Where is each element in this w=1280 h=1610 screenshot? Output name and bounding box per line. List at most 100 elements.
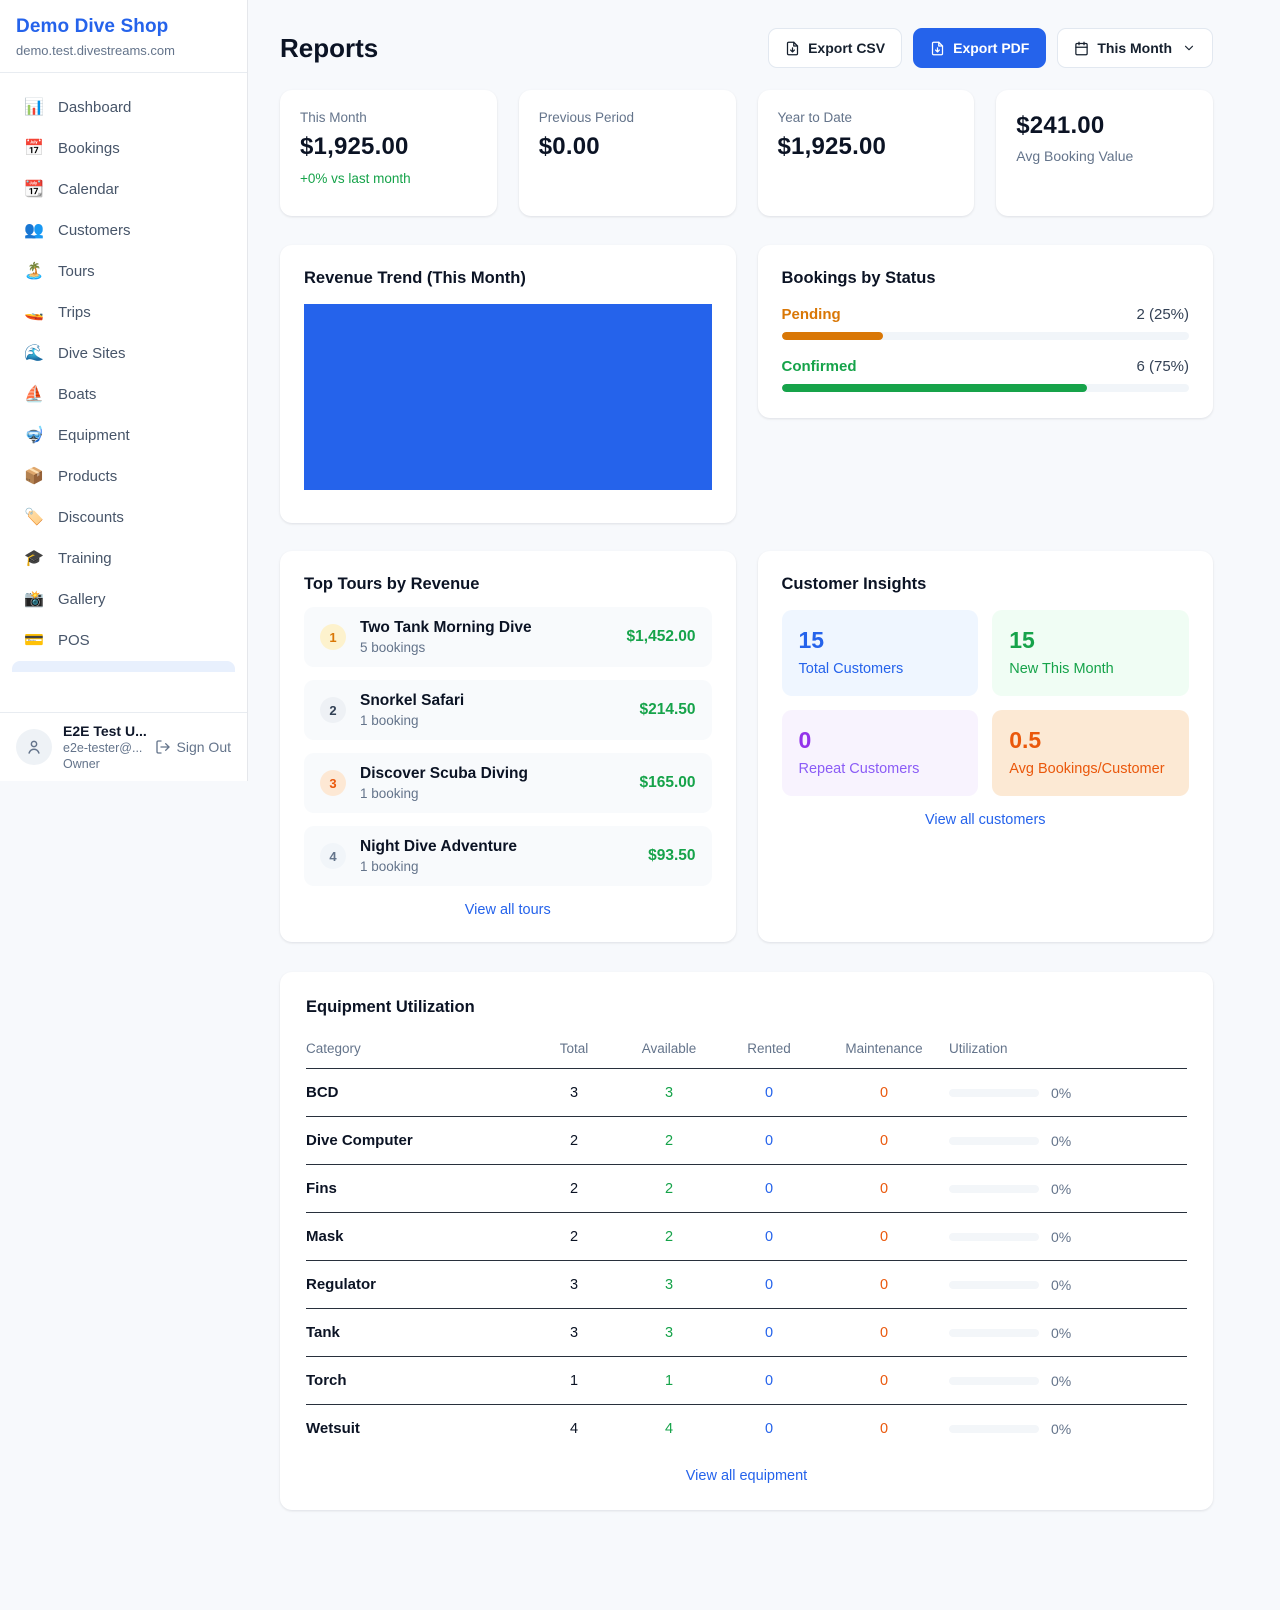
equipment-rows: BCD 3 3 0 0 0% Dive Computer 2 2 0 0 0% …: [306, 1069, 1187, 1452]
diving-mask-icon: 🤿: [24, 425, 44, 445]
wave-icon: 🌊: [24, 343, 44, 363]
sidebar-item-trips[interactable]: 🚤 Trips: [12, 292, 235, 332]
equipment-available: 2: [619, 1229, 719, 1245]
graduation-cap-icon: 🎓: [24, 548, 44, 568]
equipment-utilization: 0%: [949, 1373, 1187, 1389]
sidebar-item-label: Products: [58, 468, 117, 485]
equipment-category: BCD: [306, 1084, 529, 1101]
view-all-tours-link[interactable]: View all tours: [465, 902, 551, 918]
equipment-maintenance: 0: [819, 1085, 949, 1101]
tour-name: Snorkel Safari: [360, 692, 625, 710]
view-all-equipment-link[interactable]: View all equipment: [686, 1468, 807, 1484]
sidebar-item-equipment[interactable]: 🤿 Equipment: [12, 415, 235, 455]
sidebar: Demo Dive Shop demo.test.divestreams.com…: [0, 0, 248, 781]
equipment-category: Mask: [306, 1228, 529, 1245]
col-available: Available: [619, 1041, 719, 1056]
page-header: Reports Export CSV Export PDF This Month: [280, 28, 1213, 68]
view-all-customers-link[interactable]: View all customers: [925, 812, 1046, 828]
sidebar-item-bookings[interactable]: 📅 Bookings: [12, 128, 235, 168]
utilization-bar-track: [949, 1281, 1039, 1289]
calendar-icon: [1074, 41, 1089, 56]
bookings-by-status-card: Bookings by Status Pending 2 (25%) Confi…: [758, 245, 1214, 418]
sidebar-item-dive-sites[interactable]: 🌊 Dive Sites: [12, 333, 235, 373]
tour-list-item: 2 Snorkel Safari 1 booking $214.50: [304, 680, 712, 740]
sign-out-button[interactable]: Sign Out: [155, 739, 231, 755]
export-pdf-button[interactable]: Export PDF: [913, 28, 1046, 68]
top-tours-title: Top Tours by Revenue: [304, 575, 712, 594]
sidebar-item-label: POS: [58, 632, 90, 649]
equipment-total: 1: [529, 1373, 619, 1389]
sidebar-item-discounts[interactable]: 🏷️ Discounts: [12, 497, 235, 537]
equipment-total: 3: [529, 1085, 619, 1101]
people-icon: 👥: [24, 220, 44, 240]
sidebar-nav: 📊 Dashboard 📅 Bookings 📆 Calendar 👥 Cust…: [0, 73, 247, 660]
equipment-available: 3: [619, 1325, 719, 1341]
utilization-percent: 0%: [1051, 1085, 1071, 1101]
utilization-percent: 0%: [1051, 1373, 1071, 1389]
equipment-utilization: 0%: [949, 1133, 1187, 1149]
utilization-percent: 0%: [1051, 1325, 1071, 1341]
tour-name: Night Dive Adventure: [360, 838, 634, 856]
equipment-available: 2: [619, 1133, 719, 1149]
status-count: 6 (75%): [1136, 358, 1189, 375]
sidebar-item-label: Gallery: [58, 591, 106, 608]
sidebar-item-label: Dive Sites: [58, 345, 126, 362]
equipment-available: 3: [619, 1085, 719, 1101]
status-bar-fill: [782, 384, 1088, 392]
revenue-trend-card: Revenue Trend (This Month): [280, 245, 736, 523]
sidebar-item-label: Calendar: [58, 181, 119, 198]
sidebar-item-dashboard[interactable]: 📊 Dashboard: [12, 87, 235, 127]
export-csv-button[interactable]: Export CSV: [768, 28, 902, 68]
sidebar-item-label: Trips: [58, 304, 91, 321]
status-label: Pending: [782, 306, 841, 323]
sidebar-item-customers[interactable]: 👥 Customers: [12, 210, 235, 250]
utilization-bar-track: [949, 1329, 1039, 1337]
utilization-bar-track: [949, 1425, 1039, 1433]
equipment-maintenance: 0: [819, 1373, 949, 1389]
insight-label: Total Customers: [799, 661, 962, 677]
utilization-bar-track: [949, 1377, 1039, 1385]
equipment-table-header: Category Total Available Rented Maintena…: [306, 1031, 1187, 1069]
insight-tile: 0.5 Avg Bookings/Customer: [992, 710, 1189, 796]
equipment-available: 3: [619, 1277, 719, 1293]
sidebar-item-label: Discounts: [58, 509, 124, 526]
equipment-rented: 0: [719, 1421, 819, 1437]
equipment-category: Wetsuit: [306, 1420, 529, 1437]
insight-tiles: 15 Total Customers 15 New This Month 0 R…: [782, 610, 1190, 796]
equipment-category: Tank: [306, 1324, 529, 1341]
equipment-utilization-title: Equipment Utilization: [306, 998, 1187, 1017]
equipment-utilization: 0%: [949, 1421, 1187, 1437]
tour-revenue: $165.00: [639, 774, 695, 792]
chevron-down-icon: [1182, 41, 1196, 55]
sidebar-item-pos[interactable]: 💳 POS: [12, 620, 235, 660]
rank-badge: 1: [320, 624, 346, 650]
period-dropdown[interactable]: This Month: [1057, 28, 1213, 68]
sidebar-item-boats[interactable]: ⛵ Boats: [12, 374, 235, 414]
period-label: This Month: [1097, 40, 1172, 56]
avatar: [16, 729, 52, 765]
revenue-trend-title: Revenue Trend (This Month): [304, 269, 712, 288]
user-email: e2e-tester@...: [63, 741, 144, 755]
camera-icon: 📸: [24, 589, 44, 609]
equipment-available: 1: [619, 1373, 719, 1389]
equipment-row: Regulator 3 3 0 0 0%: [306, 1261, 1187, 1309]
equipment-total: 4: [529, 1421, 619, 1437]
status-row: Pending 2 (25%): [782, 306, 1190, 340]
logout-icon: [155, 739, 171, 755]
sidebar-item-training[interactable]: 🎓 Training: [12, 538, 235, 578]
sidebar-item-gallery[interactable]: 📸 Gallery: [12, 579, 235, 619]
equipment-rented: 0: [719, 1085, 819, 1101]
equipment-row: Fins 2 2 0 0 0%: [306, 1165, 1187, 1213]
sidebar-item-products[interactable]: 📦 Products: [12, 456, 235, 496]
sidebar-active-item-partial[interactable]: [12, 661, 235, 672]
equipment-rented: 0: [719, 1181, 819, 1197]
equipment-maintenance: 0: [819, 1133, 949, 1149]
sidebar-user-section: E2E Test U... e2e-tester@... Owner Sign …: [0, 712, 247, 781]
sidebar-item-calendar[interactable]: 📆 Calendar: [12, 169, 235, 209]
sidebar-item-tours[interactable]: 🏝️ Tours: [12, 251, 235, 291]
bar-chart-icon: 📊: [24, 97, 44, 117]
insight-label: Repeat Customers: [799, 761, 962, 777]
status-count: 2 (25%): [1136, 306, 1189, 323]
sidebar-item-label: Tours: [58, 263, 95, 280]
equipment-total: 2: [529, 1133, 619, 1149]
